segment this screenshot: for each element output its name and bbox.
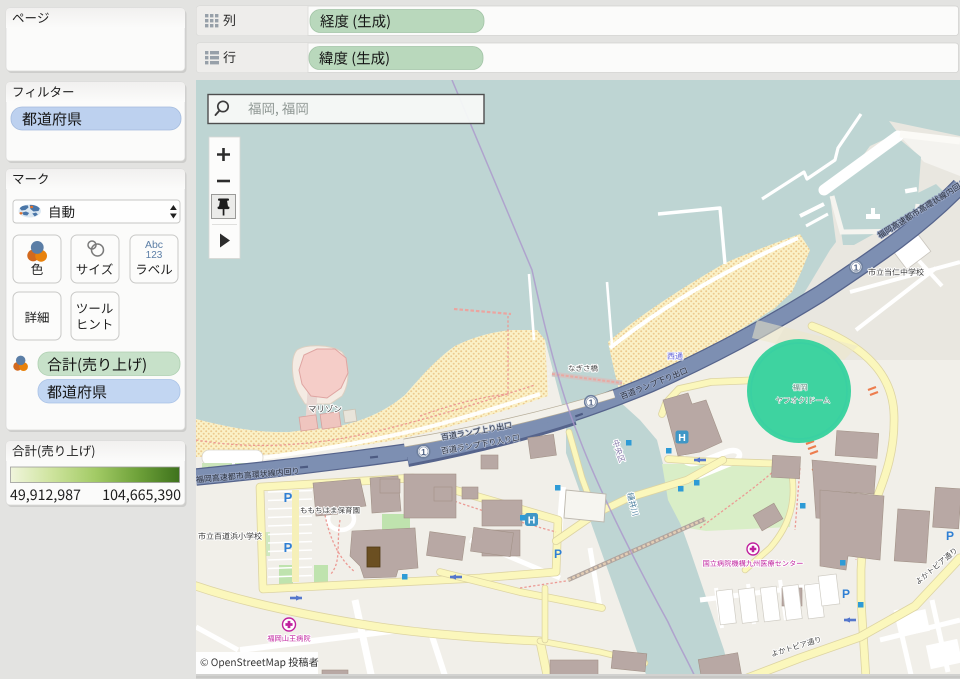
svg-text:1: 1 bbox=[589, 397, 594, 407]
svg-text:H: H bbox=[528, 515, 536, 527]
svg-text:P: P bbox=[842, 587, 850, 601]
svg-text:1: 1 bbox=[854, 262, 859, 272]
svg-text:P: P bbox=[554, 547, 562, 561]
svg-text:1: 1 bbox=[421, 447, 426, 457]
svg-text:P: P bbox=[284, 540, 293, 555]
svg-text:P: P bbox=[946, 529, 954, 543]
svg-text:P: P bbox=[284, 490, 293, 505]
svg-text:123: 123 bbox=[146, 250, 163, 261]
svg-text:H: H bbox=[678, 432, 686, 444]
